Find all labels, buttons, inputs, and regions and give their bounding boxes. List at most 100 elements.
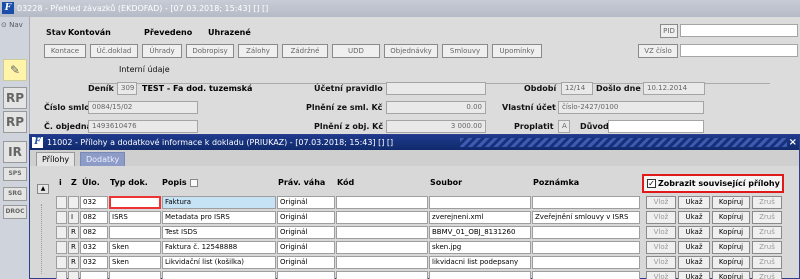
show-related-attachments-checkbox[interactable]: ✓ Zobrazit související přílohy	[642, 174, 784, 193]
kopiruj-button[interactable]: Kopíruj	[712, 271, 750, 279]
row-poznamka-cell[interactable]	[532, 271, 640, 279]
row-soubor-cell[interactable]: sken.jpg	[429, 241, 531, 254]
zadrzne-button[interactable]: Zádržné	[282, 44, 328, 58]
kopiruj-button[interactable]: Kopíruj	[712, 226, 750, 239]
row-soubor-cell[interactable]: BBMV_01_OBJ_8131260	[429, 226, 531, 239]
vloz-button[interactable]: Vlož	[646, 226, 676, 239]
zrus-button[interactable]: Zruš	[752, 241, 782, 254]
objednavky-button[interactable]: Objednávky	[384, 44, 438, 58]
plneni-obj-field[interactable]: 3 000.00	[386, 120, 486, 133]
rp-tool-button-2[interactable]: RP	[3, 111, 27, 133]
row-typ-dokladu-cell[interactable]	[109, 226, 161, 239]
kopiruj-button[interactable]: Kopíruj	[712, 241, 750, 254]
vloz-button[interactable]: Vlož	[646, 211, 676, 224]
duvod-field[interactable]	[608, 120, 704, 133]
row-pravni-vaha-cell[interactable]: Originál	[277, 211, 335, 224]
table-row[interactable]: Vlož Ukaž Kopíruj Zruš	[30, 271, 799, 279]
kopiruj-button[interactable]: Kopíruj	[712, 211, 750, 224]
row-ulozeni-cell[interactable]: 032	[80, 196, 108, 209]
dobropisy-button[interactable]: Dobropisy	[186, 44, 234, 58]
row-ulozeni-cell[interactable]: 082	[80, 211, 108, 224]
zalohy-button[interactable]: Zálohy	[238, 44, 278, 58]
zrus-button[interactable]: Zruš	[752, 256, 782, 269]
ukaz-button[interactable]: Ukaž	[678, 226, 710, 239]
pid-button[interactable]: PID	[660, 24, 678, 38]
row-soubor-cell[interactable]	[429, 196, 531, 209]
ukaz-button[interactable]: Ukaž	[678, 271, 710, 279]
row-popis-cell[interactable]: Likvidační list (košilka)	[162, 256, 276, 269]
sps-tool-button[interactable]: SPS	[3, 167, 27, 181]
obdobi-field[interactable]: 12/14	[561, 82, 593, 95]
table-row[interactable]: I 082 ISRS Metadata pro ISRS Originál zv…	[30, 211, 799, 225]
row-soubor-cell[interactable]: zverejneni.xml	[429, 211, 531, 224]
vz-cislo-field[interactable]	[680, 44, 798, 57]
table-row[interactable]: 032 Faktura Originál Vlož Ukaž Kopíruj Z…	[30, 196, 799, 210]
cislo-smlouvy-field[interactable]: 0084/15/02	[88, 101, 198, 114]
row-kod-cell[interactable]	[336, 271, 428, 279]
ucetni-pravidlo-field[interactable]	[386, 82, 486, 95]
checkbox-checked-icon[interactable]: ✓	[647, 179, 656, 188]
row-pravni-vaha-cell[interactable]: Originál	[277, 241, 335, 254]
row-typ-dokladu-cell[interactable]	[109, 196, 161, 209]
ukaz-button[interactable]: Ukaž	[678, 256, 710, 269]
ukaz-button[interactable]: Ukaž	[678, 211, 710, 224]
zrus-button[interactable]: Zruš	[752, 271, 782, 279]
vloz-button[interactable]: Vlož	[646, 271, 676, 279]
row-popis-cell[interactable]: Faktura č. 12548888	[162, 241, 276, 254]
tab-prilohy[interactable]: Přílohy	[36, 152, 76, 166]
vz-cislo-button[interactable]: VZ číslo	[638, 44, 678, 58]
row-kod-cell[interactable]	[336, 196, 428, 209]
row-popis-cell[interactable]	[162, 271, 276, 279]
vloz-button[interactable]: Vlož	[646, 241, 676, 254]
table-row[interactable]: R 082 Test ISDS Originál BBMV_01_OBJ_813…	[30, 226, 799, 240]
upominky-button[interactable]: Upomínky	[492, 44, 542, 58]
row-typ-dokladu-cell[interactable]: Sken	[109, 256, 161, 269]
srg-tool-button[interactable]: SRG	[3, 187, 27, 201]
row-typ-dokladu-cell[interactable]: Sken	[109, 241, 161, 254]
zrus-button[interactable]: Zruš	[752, 211, 782, 224]
proplatit-field[interactable]: A	[558, 120, 570, 133]
row-pravni-vaha-cell[interactable]: Originál	[277, 196, 335, 209]
row-pravni-vaha-cell[interactable]: Originál	[277, 256, 335, 269]
smlouvy-button[interactable]: Smlouvy	[442, 44, 488, 58]
denik-field[interactable]: 309	[117, 82, 137, 95]
nav-button[interactable]: ⊙ Nav	[1, 21, 23, 29]
vloz-button[interactable]: Vlož	[646, 256, 676, 269]
row-poznamka-cell[interactable]	[532, 196, 640, 209]
table-row[interactable]: R 032 Sken Faktura č. 12548888 Originál …	[30, 241, 799, 255]
scroll-up-arrow-icon[interactable]: ▲	[37, 184, 49, 194]
row-popis-cell[interactable]: Faktura	[162, 196, 276, 209]
udd-button[interactable]: UDD	[332, 44, 380, 58]
row-kod-cell[interactable]	[336, 256, 428, 269]
row-kod-cell[interactable]	[336, 211, 428, 224]
vloz-button[interactable]: Vlož	[646, 196, 676, 209]
popis-filter-checkbox[interactable]	[189, 178, 198, 187]
row-kod-cell[interactable]	[336, 241, 428, 254]
tab-dodatky[interactable]: Dodatky	[80, 152, 126, 166]
row-poznamka-cell[interactable]: Zveřejnění smlouvy v ISRS	[532, 211, 640, 224]
row-popis-cell[interactable]: Test ISDS	[162, 226, 276, 239]
plneni-sml-field[interactable]: 0.00	[386, 101, 486, 114]
kopiruj-button[interactable]: Kopíruj	[712, 256, 750, 269]
zrus-button[interactable]: Zruš	[752, 226, 782, 239]
row-ulozeni-cell[interactable]: 082	[80, 226, 108, 239]
row-pravni-vaha-cell[interactable]: Originál	[277, 226, 335, 239]
row-pravni-vaha-cell[interactable]	[277, 271, 335, 279]
dialog-titlebar[interactable]: F 11002 - Přílohy a dodatkové informace …	[30, 135, 799, 150]
zrus-button[interactable]: Zruš	[752, 196, 782, 209]
rp-tool-button[interactable]: RP	[3, 87, 27, 109]
row-typ-dokladu-cell[interactable]	[109, 271, 161, 279]
edit-tool-icon[interactable]: ✎	[3, 59, 27, 81]
row-poznamka-cell[interactable]	[532, 256, 640, 269]
row-soubor-cell[interactable]: likvidacni list podepsany	[429, 256, 531, 269]
row-popis-cell[interactable]: Metadata pro ISRS	[162, 211, 276, 224]
row-typ-dokladu-cell[interactable]: ISRS	[109, 211, 161, 224]
ukaz-button[interactable]: Ukaž	[678, 196, 710, 209]
pid-field[interactable]	[680, 24, 798, 37]
row-poznamka-cell[interactable]	[532, 226, 640, 239]
row-soubor-cell[interactable]	[429, 271, 531, 279]
vlastni-ucet-field[interactable]: číslo-2427/0100	[558, 101, 704, 114]
row-poznamka-cell[interactable]	[532, 241, 640, 254]
row-kod-cell[interactable]	[336, 226, 428, 239]
kontace-button[interactable]: Kontace	[44, 44, 86, 58]
